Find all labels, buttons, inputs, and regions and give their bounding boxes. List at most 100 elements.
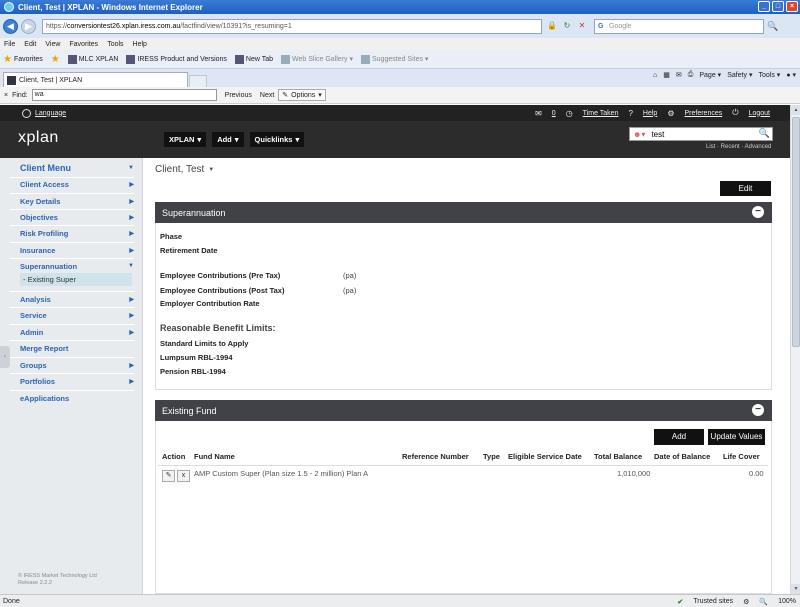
help-link[interactable]: Help xyxy=(643,110,657,117)
sidebar-item-insurance[interactable]: Insurance ▶ xyxy=(20,243,134,257)
tools-menu[interactable]: Tools ▾ xyxy=(759,71,781,79)
chevron-down-icon: ▾ xyxy=(197,135,202,144)
edit-row-icon[interactable]: ✎ xyxy=(162,470,175,482)
url-field[interactable]: https:// conversiontest26.xplan.iress.co… xyxy=(42,18,542,34)
add-fund-button[interactable]: Add xyxy=(654,429,704,445)
site-icon xyxy=(361,54,370,64)
stop-icon[interactable]: ✕ xyxy=(576,20,588,32)
nav-add-button[interactable]: Add ▾ xyxy=(212,132,244,147)
find-bar: × Find: wa Previous Next ✎ Options ▾ xyxy=(0,87,800,104)
find-options-button[interactable]: ✎ Options ▾ xyxy=(278,89,326,101)
sidebar-item-eapplications[interactable]: eApplications xyxy=(20,391,134,405)
language-link[interactable]: Language xyxy=(22,108,66,118)
feeds-icon[interactable]: ▦ xyxy=(663,71,670,79)
status-bar: Done ✔ Trusted sites ⚙ 🔍 100% xyxy=(0,594,800,607)
collapse-icon[interactable]: − xyxy=(752,206,764,218)
page-scrollbar[interactable]: ▲ ▼ xyxy=(790,105,800,594)
sidebar-item-superannuation[interactable]: Superannuation ▼ xyxy=(20,259,134,273)
globe-icon xyxy=(22,108,31,118)
help-menu[interactable]: ● ▾ xyxy=(786,71,796,79)
find-previous-button[interactable]: Previous xyxy=(225,92,252,99)
menu-favorites[interactable]: Favorites xyxy=(69,41,98,48)
back-button[interactable]: ◀ xyxy=(3,18,18,34)
find-next-button[interactable]: Next xyxy=(260,92,274,99)
sidebar-item-portfolios[interactable]: Portfolios ▶ xyxy=(20,374,134,388)
logout-link[interactable]: Logout xyxy=(749,110,770,117)
new-tab-button[interactable] xyxy=(189,75,207,87)
menu-help[interactable]: Help xyxy=(133,41,147,48)
column-header-total-balance: Total Balance xyxy=(594,452,643,461)
scroll-up-icon[interactable]: ▲ xyxy=(791,105,800,115)
close-find-icon[interactable]: × xyxy=(4,92,8,99)
home-icon[interactable]: ⌂ xyxy=(653,72,657,79)
safety-menu[interactable]: Safety ▾ xyxy=(727,71,752,79)
tab-client-test[interactable]: Client, Test | XPLAN xyxy=(3,72,188,87)
forward-button[interactable]: ▶ xyxy=(21,18,36,34)
sidebar-subitem-existing-super[interactable]: - Existing Super xyxy=(20,273,132,286)
mail-count[interactable]: 0 xyxy=(552,110,556,117)
close-window-button[interactable]: × xyxy=(786,1,798,12)
favorite-link[interactable]: IRESS Product and Versions xyxy=(126,54,227,64)
edit-button[interactable]: Edit xyxy=(720,181,771,196)
maximize-button[interactable]: □ xyxy=(772,1,784,12)
column-header-fund-name: Fund Name xyxy=(194,452,235,461)
top-nav: XPLAN ▾ Add ▾ Quicklinks ▾ xyxy=(164,132,305,147)
protected-mode-icon[interactable]: ⚙ xyxy=(743,598,749,606)
favorite-link[interactable]: MLC XPLAN xyxy=(67,54,118,64)
zoom-level[interactable]: 100% xyxy=(778,598,796,605)
menu-file[interactable]: File xyxy=(4,41,15,48)
favorite-link[interactable]: Web Slice Gallery ▾ xyxy=(281,54,353,64)
print-icon[interactable]: ⎙ xyxy=(688,71,694,79)
favorites-button[interactable]: ★ Favorites xyxy=(3,54,43,65)
favorite-link[interactable]: New Tab xyxy=(234,54,273,64)
sidebar-item-service[interactable]: Service ▶ xyxy=(20,308,134,322)
menu-view[interactable]: View xyxy=(45,41,60,48)
lock-icon[interactable]: 🔒 xyxy=(546,20,558,32)
sidebar-item-objectives[interactable]: Objectives ▶ xyxy=(20,210,134,224)
search-links[interactable]: List · Recent · Advanced xyxy=(706,144,771,150)
unit-pa: (pa) xyxy=(343,286,357,295)
mail-icon[interactable]: ✉ xyxy=(676,71,682,79)
refresh-icon[interactable]: ↻ xyxy=(561,20,573,32)
nav-quicklinks-button[interactable]: Quicklinks ▾ xyxy=(249,132,305,147)
client-name-menu[interactable]: Client, Test ▼ xyxy=(155,164,214,175)
cell-fund-name[interactable]: AMP Custom Super (Plan size 1.5 - 2 mill… xyxy=(194,469,368,478)
delete-row-icon[interactable]: x xyxy=(177,470,190,482)
chevron-right-icon: ▶ xyxy=(129,198,134,205)
nav-xplan-button[interactable]: XPLAN ▾ xyxy=(164,132,207,147)
favorite-link[interactable]: Suggested Sites ▾ xyxy=(361,54,428,64)
mail-icon[interactable]: ✉ xyxy=(535,109,542,118)
time-taken-link[interactable]: Time Taken xyxy=(583,110,619,117)
sidebar-item-client-access[interactable]: Client Access ▶ xyxy=(20,177,134,191)
sidebar-collapse-handle[interactable]: ‹ xyxy=(0,346,10,368)
sidebar-item-groups[interactable]: Groups ▶ xyxy=(20,358,134,372)
sidebar-item-merge-report[interactable]: Merge Report xyxy=(20,341,134,355)
xplan-logo[interactable]: xplan xyxy=(18,129,59,147)
sidebar-item-key-details[interactable]: Key Details ▶ xyxy=(20,194,134,208)
url-path: /factfind/view/10391?is_resuming=1 xyxy=(180,22,292,30)
update-values-button[interactable]: Update Values xyxy=(708,429,765,445)
menu-tools[interactable]: Tools xyxy=(107,41,123,48)
scroll-down-icon[interactable]: ▼ xyxy=(791,584,800,594)
client-search-input[interactable]: ☻▾ test 🔍 xyxy=(629,127,773,141)
search-icon[interactable]: 🔍 xyxy=(759,128,770,139)
column-header-reference-number: Reference Number xyxy=(402,452,469,461)
collapse-icon[interactable]: − xyxy=(752,404,764,416)
preferences-link[interactable]: Preferences xyxy=(685,110,723,117)
add-favorite-icon[interactable]: ★ xyxy=(51,54,60,65)
web-search-input[interactable]: Google xyxy=(594,18,764,34)
minimize-button[interactable]: _ xyxy=(758,1,770,12)
field-employee-pre-tax: Employee Contributions (Pre Tax) xyxy=(160,271,281,280)
sidebar-item-analysis[interactable]: Analysis ▶ xyxy=(20,292,134,306)
search-icon[interactable]: 🔍 xyxy=(767,21,778,32)
sidebar-item-risk-profiling[interactable]: Risk Profiling ▶ xyxy=(20,226,134,240)
chevron-right-icon: ▶ xyxy=(129,247,134,254)
page-menu[interactable]: Page ▾ xyxy=(699,71,721,79)
sidebar-item-admin[interactable]: Admin ▶ xyxy=(20,325,134,339)
find-input[interactable]: wa xyxy=(31,89,217,101)
chevron-down-icon: ▾ xyxy=(234,135,239,144)
client-menu-title[interactable]: Client Menu ▼ xyxy=(20,161,134,175)
person-icon[interactable]: ☻▾ xyxy=(633,130,645,139)
menu-edit[interactable]: Edit xyxy=(24,41,36,48)
scroll-thumb[interactable] xyxy=(792,117,800,347)
